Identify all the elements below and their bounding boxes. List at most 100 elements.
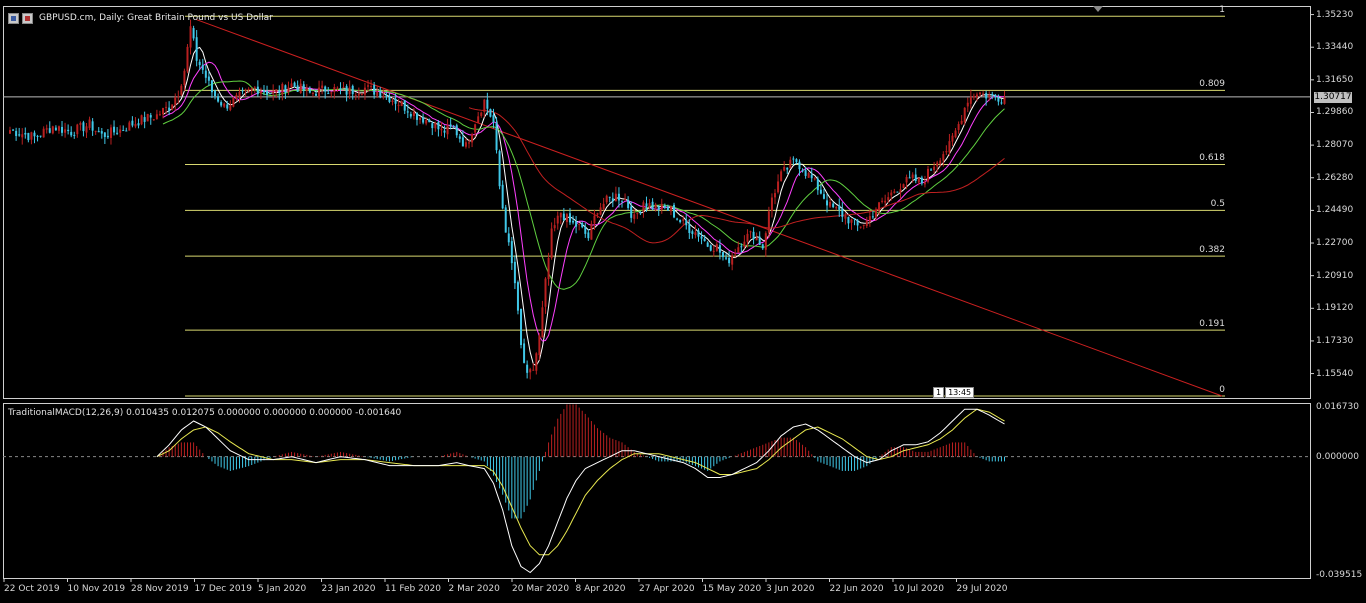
fib-level-label: 1 — [1219, 5, 1225, 16]
candle-body — [125, 130, 128, 132]
candle-body — [94, 130, 97, 132]
candle-body — [770, 197, 773, 211]
ma-slow-line — [162, 80, 1005, 290]
candle-body — [507, 233, 510, 243]
date-tick-label: 15 May 2020 — [702, 584, 762, 594]
fib-level-label: 0 — [1219, 385, 1225, 395]
candle-body — [210, 80, 213, 93]
candle-body — [712, 250, 715, 252]
candle-body — [498, 151, 501, 187]
candle-body — [810, 174, 813, 179]
candle-body — [972, 96, 975, 98]
candle-body — [538, 335, 541, 356]
candle-body — [109, 127, 112, 138]
candle-body — [510, 241, 513, 264]
candle-body — [669, 206, 672, 212]
candle-body — [728, 257, 731, 264]
candle-body — [657, 206, 660, 210]
candle-body — [565, 214, 568, 223]
candle-body — [1000, 102, 1003, 104]
price-tick-label: 1.24490 — [1316, 205, 1354, 216]
candle-body — [868, 216, 871, 222]
chart-shift-marker[interactable] — [1093, 6, 1103, 12]
candle-body — [324, 86, 327, 92]
candle-body — [541, 307, 544, 338]
candle-body — [636, 213, 639, 215]
candle-body — [327, 93, 330, 95]
candle-body — [262, 90, 265, 93]
candle-body — [694, 232, 697, 235]
candle-body — [853, 218, 856, 220]
candle-body — [939, 160, 942, 164]
price-tick-label: 1.22700 — [1316, 238, 1354, 249]
candle-body — [991, 94, 994, 96]
candle-body — [266, 90, 269, 95]
candle-body — [311, 92, 314, 94]
candle-body — [596, 213, 599, 215]
candle-body — [645, 203, 648, 207]
candle-body — [308, 88, 311, 93]
candle-body — [663, 205, 666, 208]
price-tick-label: 1.29860 — [1316, 107, 1354, 118]
candle-body — [357, 93, 360, 96]
candle-body — [229, 105, 232, 110]
candle-body — [572, 220, 575, 223]
trading-chart[interactable]: GBPUSD.cm, Daily: Great Britain Pound vs… — [0, 0, 1366, 603]
candle-body — [832, 203, 835, 208]
candle-body — [501, 184, 504, 209]
symbol-flag-icon — [22, 12, 33, 24]
candle-body — [54, 127, 57, 131]
candle-body — [363, 87, 366, 95]
candle-body — [960, 120, 963, 124]
candle-body — [33, 132, 36, 137]
candle-body — [550, 228, 553, 258]
candle-body — [878, 202, 881, 211]
fib-level-label: 0.5 — [1210, 199, 1225, 210]
price-tick-label: 1.26280 — [1316, 172, 1354, 183]
candle-body — [192, 28, 195, 39]
candle-body — [339, 88, 342, 90]
macd-signal-line — [156, 408, 1005, 556]
candle-body — [887, 197, 890, 201]
candle-body — [829, 201, 832, 207]
candle-body — [269, 93, 272, 95]
candle-body — [201, 64, 204, 70]
candle-body — [370, 86, 373, 88]
candle-body — [61, 126, 64, 133]
candle-body — [844, 215, 847, 219]
candle-body — [590, 223, 593, 240]
candle-body — [91, 121, 94, 131]
candle-body — [697, 230, 700, 237]
candle-body — [351, 85, 354, 95]
candle-body — [113, 126, 116, 133]
candle-body — [100, 131, 103, 134]
candle-body — [385, 94, 388, 96]
candle-body — [67, 129, 70, 132]
candle-body — [214, 90, 217, 97]
candle-body — [914, 174, 917, 181]
candle-body — [189, 26, 192, 48]
candle-body — [281, 83, 284, 95]
candle-body — [12, 129, 15, 131]
macd-tick-label: 0.016730 — [1316, 402, 1359, 412]
candle-body — [850, 219, 853, 223]
candle-body — [302, 84, 305, 91]
candle-body — [951, 135, 954, 142]
candle-body — [529, 369, 532, 373]
candle-body — [930, 169, 933, 171]
candle-body — [464, 142, 467, 147]
candle-body — [593, 215, 596, 224]
candle-body — [718, 245, 721, 253]
candle-body — [614, 193, 617, 202]
price-tick-label: 1.19120 — [1316, 303, 1354, 314]
chart-canvas[interactable] — [0, 0, 1366, 603]
candle-body — [795, 159, 798, 162]
date-tick-label: 23 Jan 2020 — [321, 584, 376, 594]
candle-body — [394, 98, 397, 104]
candle-body — [1003, 97, 1006, 104]
candle-body — [73, 134, 76, 136]
candle-body — [489, 109, 492, 117]
candle-body — [627, 199, 630, 208]
candle-body — [535, 353, 538, 371]
candle-body — [207, 76, 210, 81]
